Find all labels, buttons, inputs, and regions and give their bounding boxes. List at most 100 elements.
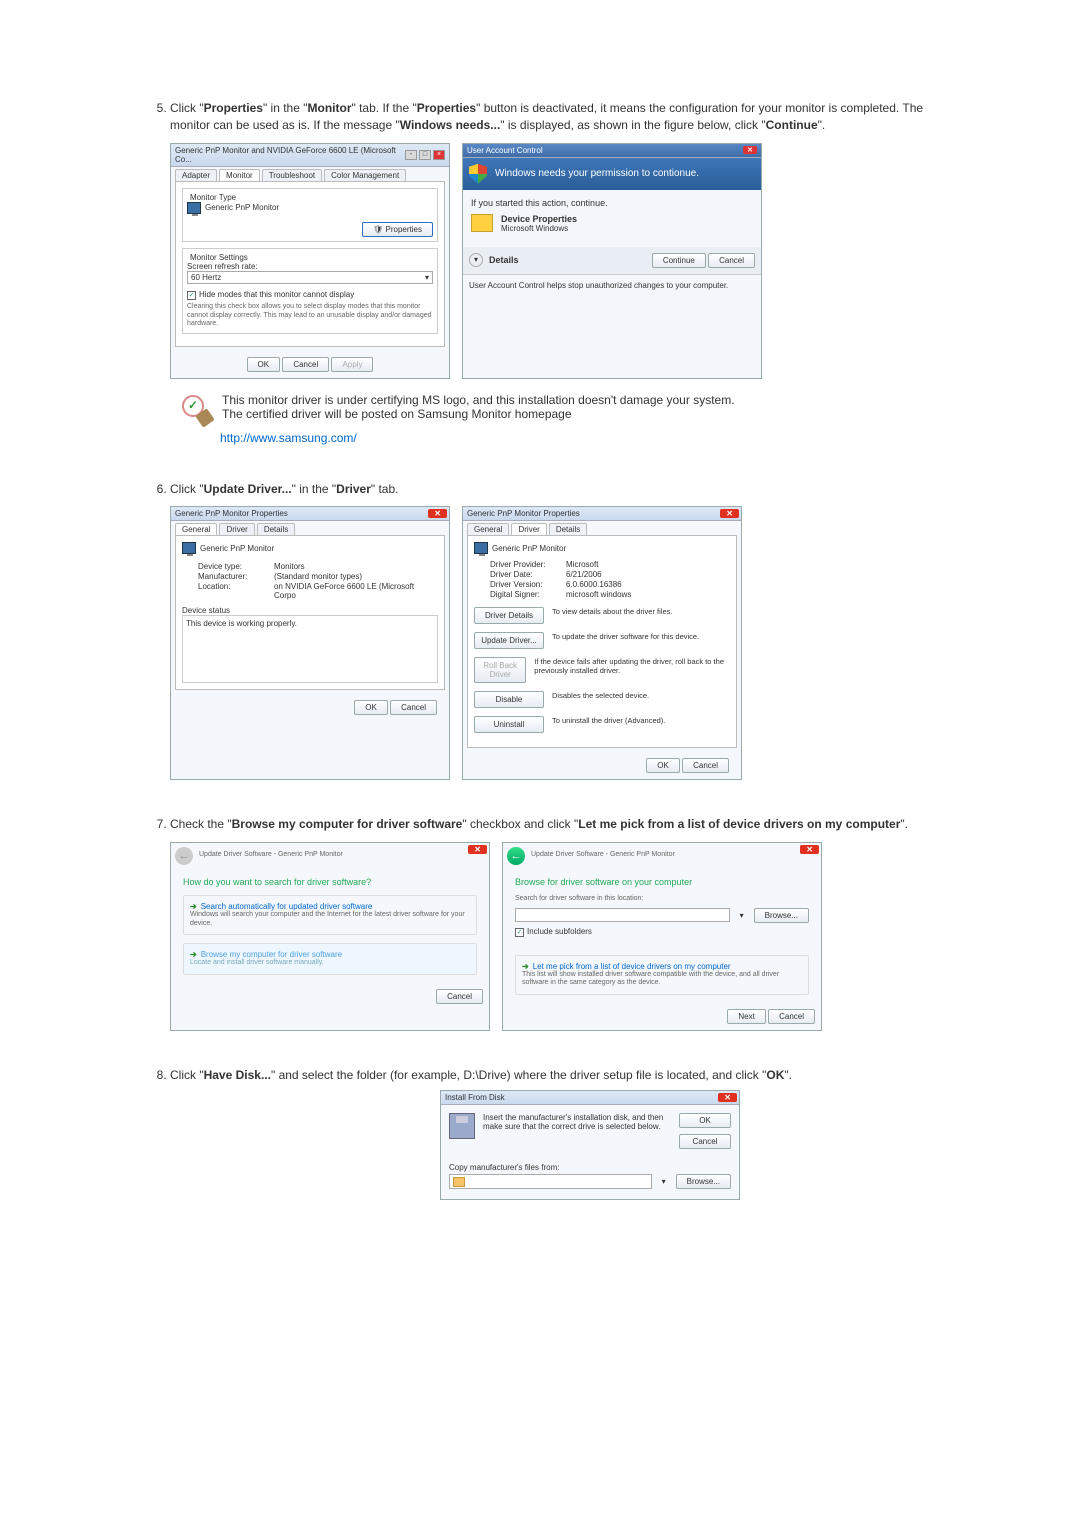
driver-date-label: Driver Date: [490,570,560,579]
cancel-button[interactable]: Cancel [682,758,729,773]
samsung-link[interactable]: http://www.samsung.com/ [220,431,357,445]
dialog-title: Generic PnP Monitor and NVIDIA GeForce 6… [175,146,405,164]
monitor-icon [187,202,201,214]
disable-button[interactable]: Disable [474,691,544,708]
close-icon[interactable]: × [433,150,445,160]
tab-adapter[interactable]: Adapter [175,169,217,181]
apply-button[interactable]: Apply [331,357,373,372]
cancel-button[interactable]: Cancel [390,700,437,715]
option-browse-computer[interactable]: ➔Browse my computer for driver software … [183,943,477,975]
tab-details[interactable]: Details [257,523,295,535]
driver-provider-label: Driver Provider: [490,560,560,569]
uac-if-started: If you started this action, continue. [471,198,753,208]
location-value: on NVIDIA GeForce 6600 LE (Microsoft Cor… [274,582,438,600]
ok-button[interactable]: OK [679,1113,731,1128]
step-5: Click "Properties" in the "Monitor" tab.… [170,100,950,445]
tab-troubleshoot[interactable]: Troubleshoot [262,169,322,181]
arrow-icon: ➔ [190,902,197,911]
program-icon [471,214,493,232]
monitor-name: Generic PnP Monitor [200,544,274,553]
ok-button[interactable]: OK [247,357,281,372]
folder-icon [453,1177,465,1187]
tab-color-management[interactable]: Color Management [324,169,406,181]
copy-from-label: Copy manufacturer's files from: [449,1163,731,1172]
install-from-disk-dialog: Install From Disk ✕ Insert the manufactu… [440,1090,740,1200]
close-icon[interactable]: ✕ [720,509,739,518]
uninstall-button[interactable]: Uninstall [474,716,544,733]
tab-general[interactable]: General [467,523,509,535]
dialog-title: Generic PnP Monitor Properties [175,509,288,518]
uac-headline: Windows needs your permission to contion… [495,168,699,179]
step7-instruction: Check the "Browse my computer for driver… [170,816,950,833]
browse-button[interactable]: Browse... [754,908,809,923]
properties-button[interactable]: 🛡 Properties [362,222,433,237]
chevron-down-icon[interactable]: ▾ [469,253,483,267]
disk-instruction: Insert the manufacturer's installation d… [483,1113,671,1149]
ok-button[interactable]: OK [646,758,680,773]
include-subfolders-label: Include subfolders [527,927,592,936]
monitor-props-driver-dialog: Generic PnP Monitor Properties ✕ General… [462,506,742,780]
cancel-button[interactable]: Cancel [708,253,755,268]
tab-driver[interactable]: Driver [511,523,546,535]
step5-instruction: Click "Properties" in the "Monitor" tab.… [170,100,950,135]
copy-from-input[interactable] [449,1174,652,1189]
tab-details[interactable]: Details [549,523,587,535]
tab-general[interactable]: General [175,523,217,535]
close-icon[interactable]: ✕ [468,845,487,854]
step-8: Click "Have Disk..." and select the fold… [170,1067,950,1200]
cancel-button[interactable]: Cancel [436,989,483,1004]
wizard-heading: Browse for driver software on your compu… [515,877,809,887]
tab-driver[interactable]: Driver [219,523,254,535]
driver-version-label: Driver Version: [490,580,560,589]
update-driver-button[interactable]: Update Driver... [474,632,544,649]
monitor-props-general-dialog: Generic PnP Monitor Properties ✕ General… [170,506,450,780]
program-publisher: Microsoft Windows [501,224,577,233]
manufacturer-value: (Standard monitor types) [274,572,362,581]
refresh-rate-label: Screen refresh rate: [187,262,433,271]
details-label[interactable]: Details [489,255,519,265]
shield-icon [469,164,487,184]
driver-date-value: 6/21/2006 [566,570,602,579]
monitor-name: Generic PnP Monitor [492,544,566,553]
monitor-properties-dialog: Generic PnP Monitor and NVIDIA GeForce 6… [170,143,450,379]
close-icon[interactable]: ✕ [718,1093,737,1102]
uac-note: User Account Control helps stop unauthor… [463,274,761,296]
chevron-down-icon[interactable]: ▾ [658,1177,670,1186]
cancel-button[interactable]: Cancel [282,357,329,372]
continue-button[interactable]: Continue [652,253,706,268]
maximize-icon[interactable]: □ [419,150,431,160]
option-search-auto[interactable]: ➔Search automatically for updated driver… [183,895,477,936]
back-icon[interactable]: ← [507,847,525,865]
browse-button[interactable]: Browse... [676,1174,731,1189]
chevron-down-icon[interactable]: ▾ [736,911,748,920]
cancel-button[interactable]: Cancel [768,1009,815,1024]
ok-button[interactable]: OK [354,700,388,715]
close-icon[interactable]: ✕ [743,146,757,154]
device-status-box: This device is working properly. [182,615,438,683]
wizard-title: Update Driver Software - Generic PnP Mon… [531,851,675,860]
update-driver-wizard-2: ✕ ← Update Driver Software - Generic PnP… [502,842,822,1031]
hide-modes-checkbox[interactable]: ✓ [187,291,196,300]
monitor-settings-label: Monitor Settings [187,253,251,262]
option-let-me-pick[interactable]: ➔Let me pick from a list of device drive… [515,955,809,996]
include-subfolders-checkbox[interactable]: ✓ [515,928,524,937]
note-line1: This monitor driver is under certifying … [222,393,735,407]
search-location-label: Search for driver software in this locat… [515,895,809,904]
cancel-button[interactable]: Cancel [679,1134,731,1149]
monitor-type-label: Monitor Type [187,193,239,202]
refresh-rate-select[interactable]: 60 Hertz▾ [187,271,433,284]
monitor-name: Generic PnP Monitor [205,203,279,212]
back-icon: ← [175,847,193,865]
digital-signer-label: Digital Signer: [490,590,560,599]
dialog-title: Generic PnP Monitor Properties [467,509,580,518]
program-name: Device Properties [501,214,577,224]
tab-monitor[interactable]: Monitor [219,169,260,181]
close-icon[interactable]: ✕ [800,845,819,854]
step-6: Click "Update Driver..." in the "Driver"… [170,481,950,780]
next-button[interactable]: Next [727,1009,765,1024]
minimize-icon[interactable]: - [405,150,417,160]
path-input[interactable] [515,908,730,922]
close-icon[interactable]: ✕ [428,509,447,518]
driver-details-button[interactable]: Driver Details [474,607,544,624]
rollback-driver-button[interactable]: Roll Back Driver [474,657,526,683]
